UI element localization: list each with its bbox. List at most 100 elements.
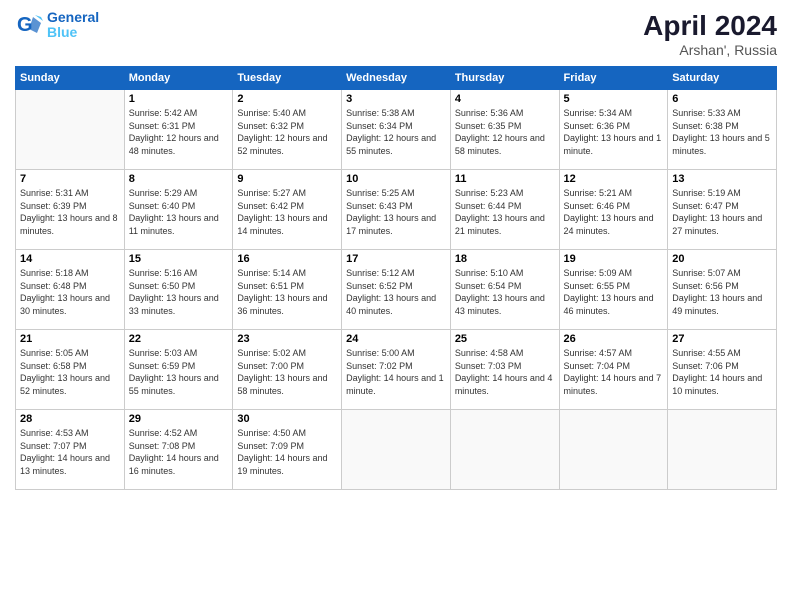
day-number: 29 xyxy=(129,413,229,425)
calendar-cell xyxy=(16,90,125,170)
day-number: 4 xyxy=(455,93,555,105)
svg-text:G: G xyxy=(17,14,33,36)
calendar-table: SundayMondayTuesdayWednesdayThursdayFrid… xyxy=(15,66,777,490)
week-row-1: 1 Sunrise: 5:42 AMSunset: 6:31 PMDaylight… xyxy=(16,90,777,170)
day-info: Sunrise: 4:57 AMSunset: 7:04 PMDaylight:… xyxy=(564,347,664,397)
calendar-cell: 2Sunrise: 5:40 AMSunset: 6:32 PMDaylight… xyxy=(233,90,342,170)
day-info: Sunrise: 5:09 AMSunset: 6:55 PMDaylight:… xyxy=(564,267,664,317)
calendar-cell: 24 Sunrise: 5:00 AMSunset: 7:02 PMDayligh… xyxy=(342,330,451,410)
day-info: Sunrise: 4:50 AMSunset: 7:09 PMDaylight:… xyxy=(237,427,337,477)
calendar-cell: 26Sunrise: 4:57 AMSunset: 7:04 PMDayligh… xyxy=(559,330,668,410)
day-number: 3 xyxy=(346,93,446,105)
day-number: 20 xyxy=(672,253,772,265)
header-row: SundayMondayTuesdayWednesdayThursdayFrid… xyxy=(16,67,777,90)
calendar-cell: 12 Sunrise: 5:21 AMSunset: 6:46 PMDayligh… xyxy=(559,170,668,250)
column-header-wednesday: Wednesday xyxy=(342,67,451,90)
day-number: 27 xyxy=(672,333,772,345)
location: Arshan', Russia xyxy=(643,42,777,58)
day-number: 8 xyxy=(129,173,229,185)
day-info: Sunrise: 5:00 AMSunset: 7:02 PMDaylight:… xyxy=(346,347,446,397)
day-number: 11 xyxy=(455,173,555,185)
calendar-cell: 7Sunrise: 5:31 AMSunset: 6:39 PMDaylight… xyxy=(16,170,125,250)
calendar-cell: 14Sunrise: 5:18 AMSunset: 6:48 PMDayligh… xyxy=(16,250,125,330)
day-info: Sunrise: 5:36 AMSunset: 6:35 PMDaylight:… xyxy=(455,107,555,157)
calendar-cell: 23 Sunrise: 5:02 AMSunset: 7:00 PMDayligh… xyxy=(233,330,342,410)
calendar-cell: 4 Sunrise: 5:36 AMSunset: 6:35 PMDaylight… xyxy=(450,90,559,170)
day-number: 14 xyxy=(20,253,120,265)
calendar-cell: 17 Sunrise: 5:12 AMSunset: 6:52 PMDayligh… xyxy=(342,250,451,330)
logo-icon: G xyxy=(15,11,43,39)
day-info: Sunrise: 5:10 AMSunset: 6:54 PMDaylight:… xyxy=(455,267,555,317)
day-info: Sunrise: 5:21 AMSunset: 6:46 PMDaylight:… xyxy=(564,187,664,237)
logo-blue: Blue xyxy=(47,24,77,40)
calendar-cell: 10Sunrise: 5:25 AMSunset: 6:43 PMDayligh… xyxy=(342,170,451,250)
calendar-cell: 13Sunrise: 5:19 AMSunset: 6:47 PMDayligh… xyxy=(668,170,777,250)
week-row-5: 28Sunrise: 4:53 AMSunset: 7:07 PMDayligh… xyxy=(16,410,777,490)
day-info: Sunrise: 5:05 AMSunset: 6:58 PMDaylight:… xyxy=(20,347,120,397)
day-info: Sunrise: 5:29 AMSunset: 6:40 PMDaylight:… xyxy=(129,187,229,237)
day-number: 10 xyxy=(346,173,446,185)
column-header-saturday: Saturday xyxy=(668,67,777,90)
day-info: Sunrise: 5:42 AMSunset: 6:31 PMDaylight:… xyxy=(129,107,229,157)
logo-text: General Blue xyxy=(47,10,99,41)
calendar-cell: 29Sunrise: 4:52 AMSunset: 7:08 PMDayligh… xyxy=(124,410,233,490)
day-number: 19 xyxy=(564,253,664,265)
title-block: April 2024 Arshan', Russia xyxy=(643,10,777,58)
week-row-4: 21 Sunrise: 5:05 AMSunset: 6:58 PMDayligh… xyxy=(16,330,777,410)
day-info: Sunrise: 5:27 AMSunset: 6:42 PMDaylight:… xyxy=(237,187,337,237)
day-info: Sunrise: 5:23 AMSunset: 6:44 PMDaylight:… xyxy=(455,187,555,237)
header: G General Blue April 2024 Arshan', Russi… xyxy=(15,10,777,58)
month-title: April 2024 xyxy=(643,10,777,42)
day-info: Sunrise: 5:16 AMSunset: 6:50 PMDaylight:… xyxy=(129,267,229,317)
day-number: 5 xyxy=(564,93,664,105)
day-info: Sunrise: 4:55 AMSunset: 7:06 PMDaylight:… xyxy=(672,347,772,397)
calendar-cell: 11 Sunrise: 5:23 AMSunset: 6:44 PMDayligh… xyxy=(450,170,559,250)
day-number: 23 xyxy=(237,333,337,345)
week-row-3: 14Sunrise: 5:18 AMSunset: 6:48 PMDayligh… xyxy=(16,250,777,330)
day-number: 21 xyxy=(20,333,120,345)
calendar-cell: 16 Sunrise: 5:14 AMSunset: 6:51 PMDayligh… xyxy=(233,250,342,330)
day-number: 25 xyxy=(455,333,555,345)
day-number: 17 xyxy=(346,253,446,265)
logo-general: General xyxy=(47,9,99,25)
day-info: Sunrise: 5:33 AMSunset: 6:38 PMDaylight:… xyxy=(672,107,772,157)
day-number: 30 xyxy=(237,413,337,425)
day-info: Sunrise: 5:12 AMSunset: 6:52 PMDaylight:… xyxy=(346,267,446,317)
calendar-cell xyxy=(668,410,777,490)
column-header-tuesday: Tuesday xyxy=(233,67,342,90)
day-info: Sunrise: 5:14 AMSunset: 6:51 PMDaylight:… xyxy=(237,267,337,317)
day-info: Sunrise: 5:38 AMSunset: 6:34 PMDaylight:… xyxy=(346,107,446,157)
logo: G General Blue xyxy=(15,10,99,41)
day-number: 9 xyxy=(237,173,337,185)
calendar-cell: 15Sunrise: 5:16 AMSunset: 6:50 PMDayligh… xyxy=(124,250,233,330)
day-number: 1 xyxy=(129,93,229,105)
calendar-cell: 3 Sunrise: 5:38 AMSunset: 6:34 PMDaylight… xyxy=(342,90,451,170)
column-header-friday: Friday xyxy=(559,67,668,90)
day-info: Sunrise: 4:58 AMSunset: 7:03 PMDaylight:… xyxy=(455,347,555,397)
column-header-monday: Monday xyxy=(124,67,233,90)
calendar-cell: 27 Sunrise: 4:55 AMSunset: 7:06 PMDayligh… xyxy=(668,330,777,410)
day-number: 22 xyxy=(129,333,229,345)
calendar-cell: 22Sunrise: 5:03 AMSunset: 6:59 PMDayligh… xyxy=(124,330,233,410)
calendar-cell: 8 Sunrise: 5:29 AMSunset: 6:40 PMDaylight… xyxy=(124,170,233,250)
day-number: 6 xyxy=(672,93,772,105)
column-header-sunday: Sunday xyxy=(16,67,125,90)
calendar-cell: 1 Sunrise: 5:42 AMSunset: 6:31 PMDaylight… xyxy=(124,90,233,170)
column-header-thursday: Thursday xyxy=(450,67,559,90)
calendar-cell: 25 Sunrise: 4:58 AMSunset: 7:03 PMDayligh… xyxy=(450,330,559,410)
day-info: Sunrise: 5:07 AMSunset: 6:56 PMDaylight:… xyxy=(672,267,772,317)
day-number: 13 xyxy=(672,173,772,185)
day-number: 12 xyxy=(564,173,664,185)
week-row-2: 7Sunrise: 5:31 AMSunset: 6:39 PMDaylight… xyxy=(16,170,777,250)
day-info: Sunrise: 5:02 AMSunset: 7:00 PMDaylight:… xyxy=(237,347,337,397)
calendar-cell: 18 Sunrise: 5:10 AMSunset: 6:54 PMDayligh… xyxy=(450,250,559,330)
day-number: 24 xyxy=(346,333,446,345)
day-number: 18 xyxy=(455,253,555,265)
calendar-cell xyxy=(450,410,559,490)
calendar-cell xyxy=(342,410,451,490)
calendar-cell: 20 Sunrise: 5:07 AMSunset: 6:56 PMDayligh… xyxy=(668,250,777,330)
calendar-cell: 28Sunrise: 4:53 AMSunset: 7:07 PMDayligh… xyxy=(16,410,125,490)
day-number: 16 xyxy=(237,253,337,265)
day-number: 7 xyxy=(20,173,120,185)
calendar-cell: 5Sunrise: 5:34 AMSunset: 6:36 PMDaylight… xyxy=(559,90,668,170)
